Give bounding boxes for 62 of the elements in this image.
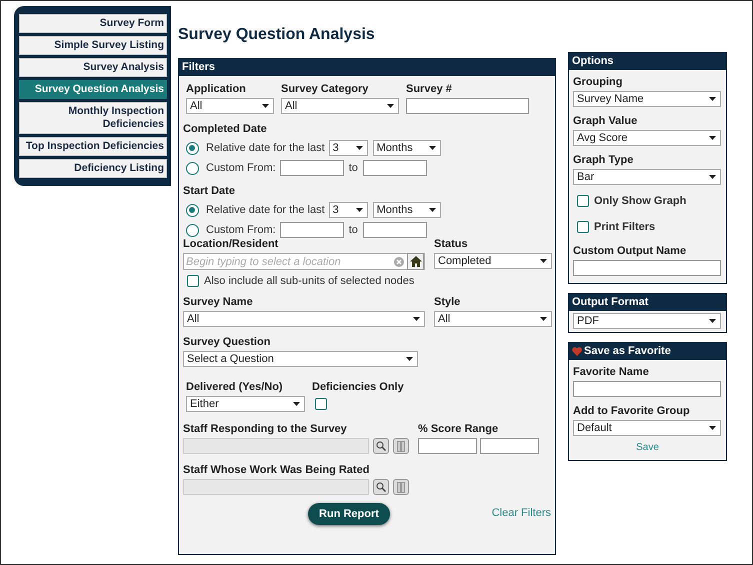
dropdown[interactable]: 3 (328, 202, 368, 218)
field-label: Delivered (Yes/No) (186, 381, 284, 394)
dropdown[interactable]: Avg Score (573, 130, 721, 146)
field-label: Survey Name (183, 296, 254, 309)
field-label: Add to Favorite Group (573, 405, 691, 418)
radio-label: Custom From: (206, 162, 276, 174)
range-separator: to (348, 162, 358, 174)
nav-item[interactable]: Survey Analysis (19, 58, 167, 77)
save-link[interactable]: Save (636, 442, 659, 453)
panel-header: Output Format (569, 294, 726, 311)
field-label: Graph Type (573, 154, 634, 167)
panel-header: Options (569, 53, 726, 70)
field-label: Favorite Name (573, 366, 650, 379)
nav-item[interactable]: Monthly Inspection Deficiencies (19, 102, 167, 134)
nav-item[interactable]: Deficiency Listing (19, 159, 167, 178)
field-label: % Score Range (418, 423, 500, 436)
dropdown[interactable]: Months (372, 140, 441, 156)
dropdown[interactable]: All (281, 98, 399, 114)
dropdown[interactable]: 3 (328, 140, 368, 156)
nav-item[interactable]: Simple Survey Listing (19, 36, 167, 55)
field-label: Style (434, 296, 462, 309)
checkbox-label: Only Show Graph (594, 195, 686, 207)
panel-header: Save as Favorite (584, 345, 671, 358)
dropdown[interactable]: All (183, 311, 425, 327)
dropdown[interactable]: Default (573, 420, 721, 436)
field-label: Survey Category (281, 83, 370, 96)
field-label: Status (434, 238, 469, 251)
dropdown[interactable]: Either (186, 396, 305, 412)
radio-label: Custom From: (206, 224, 276, 236)
dropdown[interactable]: Months (372, 202, 441, 218)
dropdown[interactable]: PDF (573, 313, 721, 329)
field-label: Application (186, 83, 247, 96)
field-label: Location/Resident (183, 238, 280, 251)
nav-item[interactable]: Survey Question Analysis (19, 80, 167, 99)
dropdown[interactable]: All (434, 311, 552, 327)
field-label: Staff Responding to the Survey (183, 423, 348, 436)
run-report-button[interactable]: Run Report (308, 503, 390, 525)
section-label: Start Date (183, 185, 235, 197)
field-label: Survey Question (183, 336, 272, 349)
panel-header: Filters (179, 59, 555, 76)
checkbox-label: Print Filters (594, 221, 656, 233)
field-label: Grouping (573, 76, 624, 89)
dropdown[interactable]: Survey Name (573, 91, 721, 107)
field-label: Graph Value (573, 115, 638, 128)
dropdown[interactable]: Completed (434, 253, 552, 269)
dropdown[interactable]: All (186, 98, 274, 114)
field-label: Deficiencies Only (312, 381, 404, 394)
clear-filters-link[interactable]: Clear Filters (492, 507, 551, 519)
section-label: Completed Date (183, 123, 267, 135)
field-label: Staff Whose Work Was Being Rated (183, 464, 370, 477)
dropdown[interactable]: Select a Question (183, 351, 418, 367)
field-label: Custom Output Name (573, 245, 688, 258)
range-separator: to (348, 224, 358, 236)
dropdown[interactable]: Bar (573, 169, 721, 185)
radio-label: Relative date for the last (206, 204, 325, 216)
nav-item[interactable]: Top Inspection Deficiencies (19, 137, 167, 156)
location-field[interactable]: Begin typing to select a location (183, 253, 425, 270)
page-title: Survey Question Analysis (178, 25, 376, 45)
field-label: Survey # (406, 83, 453, 96)
radio-label: Relative date for the last (206, 142, 325, 154)
nav-item[interactable]: Survey Form (19, 14, 167, 33)
checkbox-label: Also include all sub-units of selected nodes (204, 275, 414, 287)
